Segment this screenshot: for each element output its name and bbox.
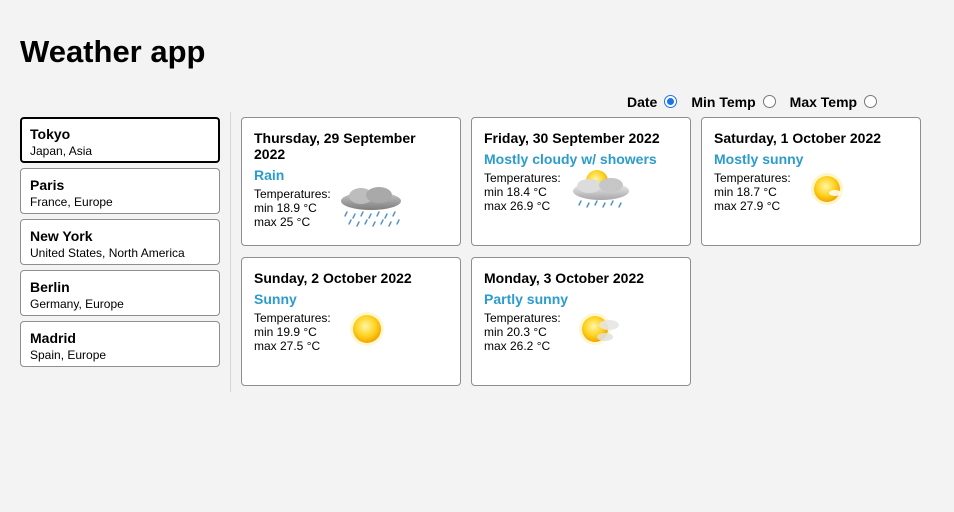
- city-region: Japan, Asia: [30, 144, 93, 158]
- sort-label: Min Temp: [691, 94, 756, 110]
- city-region: Spain, Europe: [30, 348, 107, 362]
- sort-min-temp-radio[interactable]: [762, 94, 776, 108]
- temperatures-label: Temperatures:: [254, 187, 331, 201]
- city-item-madrid[interactable]: Madrid Spain, Europe: [20, 321, 220, 367]
- max-temp: max 27.5 °C: [254, 339, 321, 353]
- city-name: Madrid: [30, 330, 76, 346]
- mostly-sunny-icon: [810, 173, 843, 205]
- sun-icon: [349, 312, 384, 346]
- forecast-card: Sunday, 2 October 2022 Sunny Temperature…: [241, 257, 461, 386]
- max-temp: max 25 °C: [254, 215, 311, 229]
- city-name: Tokyo: [30, 126, 71, 142]
- forecast-card: Friday, 30 September 2022 Mostly cloudy …: [471, 117, 691, 246]
- city-region: Germany, Europe: [30, 297, 124, 311]
- forecast-condition: Mostly cloudy w/ showers: [484, 151, 657, 167]
- sort-by-date[interactable]: Date: [627, 94, 678, 110]
- forecast-date: Sunday, 2 October 2022: [254, 270, 412, 286]
- city-item-paris[interactable]: Paris France, Europe: [20, 168, 220, 214]
- forecast-condition: Sunny: [254, 291, 297, 307]
- min-temp: min 18.9 °C: [254, 201, 317, 215]
- forecast-date: Saturday, 1 October 2022: [714, 130, 882, 146]
- sort-options: Date Min Temp Max Temp: [627, 94, 878, 110]
- temperatures-label: Temperatures:: [714, 171, 791, 185]
- sort-by-max-temp[interactable]: Max Temp: [789, 94, 878, 110]
- sort-max-temp-radio[interactable]: [864, 94, 878, 108]
- min-temp: min 18.4 °C: [484, 185, 547, 199]
- city-list: Tokyo Japan, Asia Paris France, Europe N…: [20, 117, 220, 372]
- city-region: France, Europe: [30, 195, 113, 209]
- rain-icon: [340, 187, 401, 227]
- sort-date-radio[interactable]: [664, 94, 678, 108]
- max-temp: max 27.9 °C: [714, 199, 781, 213]
- forecast-date: Thursday, 29 September 2022: [254, 130, 416, 162]
- page-title: Weather app: [20, 34, 206, 69]
- sort-by-min-temp[interactable]: Min Temp: [691, 94, 776, 110]
- city-item-tokyo[interactable]: Tokyo Japan, Asia: [20, 117, 220, 163]
- forecast-temperatures: Temperatures: min 19.9 °C max 27.5 °C: [254, 311, 331, 353]
- city-region: United States, North America: [30, 246, 185, 260]
- forecast-card: Thursday, 29 September 2022 Rain Tempera…: [241, 117, 461, 246]
- forecast-temperatures: Temperatures: min 18.9 °C max 25 °C: [254, 187, 331, 229]
- forecast-condition: Partly sunny: [484, 291, 569, 307]
- max-temp: max 26.9 °C: [484, 199, 551, 213]
- min-temp: min 18.7 °C: [714, 185, 777, 199]
- city-item-berlin[interactable]: Berlin Germany, Europe: [20, 270, 220, 316]
- temperatures-label: Temperatures:: [484, 311, 561, 325]
- min-temp: min 20.3 °C: [484, 325, 547, 339]
- max-temp: max 26.2 °C: [484, 339, 551, 353]
- forecast-grid: Thursday, 29 September 2022 Rain Tempera…: [241, 117, 931, 386]
- forecast-date: Friday, 30 September 2022: [484, 130, 660, 146]
- forecast-temperatures: Temperatures: min 18.4 °C max 26.9 °C: [484, 171, 561, 213]
- forecast-temperatures: Temperatures: min 20.3 °C max 26.2 °C: [484, 311, 561, 353]
- city-name: Berlin: [30, 279, 70, 295]
- forecast-card: Monday, 3 October 2022 Partly sunny Temp…: [471, 257, 691, 386]
- forecast-date: Monday, 3 October 2022: [484, 270, 645, 286]
- sort-label: Date: [627, 94, 658, 110]
- cloudy-showers-icon: [572, 170, 629, 208]
- panel-divider: [230, 112, 231, 392]
- min-temp: min 19.9 °C: [254, 325, 317, 339]
- city-item-new-york[interactable]: New York United States, North America: [20, 219, 220, 265]
- city-name: Paris: [30, 177, 65, 193]
- temperatures-label: Temperatures:: [484, 171, 561, 185]
- city-name: New York: [30, 228, 93, 244]
- forecast-card: Saturday, 1 October 2022 Mostly sunny Te…: [701, 117, 921, 246]
- forecast-condition: Rain: [254, 167, 285, 183]
- partly-sunny-icon: [578, 313, 619, 345]
- temperatures-label: Temperatures:: [254, 311, 331, 325]
- forecast-condition: Mostly sunny: [714, 151, 804, 167]
- forecast-temperatures: Temperatures: min 18.7 °C max 27.9 °C: [714, 171, 791, 213]
- sort-label: Max Temp: [789, 94, 858, 110]
